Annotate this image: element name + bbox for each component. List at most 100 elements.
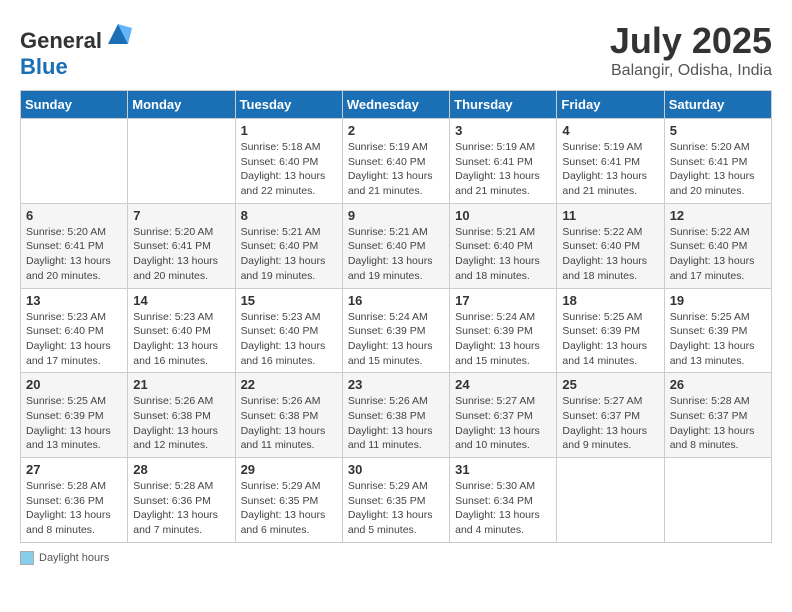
day-info: Sunrise: 5:24 AM Sunset: 6:39 PM Dayligh…: [455, 310, 551, 369]
logo-blue: Blue: [20, 54, 68, 79]
logo-icon: [104, 20, 132, 48]
day-number: 26: [670, 377, 766, 392]
day-number: 29: [241, 462, 337, 477]
calendar-week-1: 1 Sunrise: 5:18 AM Sunset: 6:40 PM Daylig…: [21, 119, 772, 204]
calendar-title: July 2025: [610, 20, 772, 62]
day-info: Sunrise: 5:21 AM Sunset: 6:40 PM Dayligh…: [241, 225, 337, 284]
logo: General Blue: [20, 20, 132, 80]
day-info: Sunrise: 5:25 AM Sunset: 6:39 PM Dayligh…: [26, 394, 122, 453]
calendar-cell: 20Sunrise: 5:25 AM Sunset: 6:39 PM Dayli…: [21, 373, 128, 458]
day-info: Sunrise: 5:21 AM Sunset: 6:40 PM Dayligh…: [455, 225, 551, 284]
day-number: 13: [26, 293, 122, 308]
calendar-cell: 22 Sunrise: 5:26 AM Sunset: 6:38 PM Dayli…: [235, 373, 342, 458]
day-info: Sunrise: 5:28 AM Sunset: 6:36 PM Dayligh…: [26, 479, 122, 538]
calendar-cell: 14 Sunrise: 5:23 AM Sunset: 6:40 PM Dayli…: [128, 288, 235, 373]
calendar-week-3: 13 Sunrise: 5:23 AM Sunset: 6:40 PM Dayli…: [21, 288, 772, 373]
page-header: General Blue July 2025 Balangir, Odisha,…: [20, 20, 772, 80]
calendar-cell: [21, 119, 128, 204]
calendar-cell: 15 Sunrise: 5:23 AM Sunset: 6:40 PM Dayli…: [235, 288, 342, 373]
day-number: 23: [348, 377, 444, 392]
day-info: Sunrise: 5:28 AM Sunset: 6:37 PM Dayligh…: [670, 394, 766, 453]
calendar-header-monday: Monday: [128, 91, 235, 119]
day-info: Sunrise: 5:19 AM Sunset: 6:40 PM Dayligh…: [348, 140, 444, 199]
day-info: Sunrise: 5:20 AM Sunset: 6:41 PM Dayligh…: [26, 225, 122, 284]
day-number: 19: [670, 293, 766, 308]
day-info: Sunrise: 5:22 AM Sunset: 6:40 PM Dayligh…: [562, 225, 658, 284]
day-number: 9: [348, 208, 444, 223]
calendar-cell: 23Sunrise: 5:26 AM Sunset: 6:38 PM Dayli…: [342, 373, 449, 458]
day-number: 1: [241, 123, 337, 138]
day-number: 22: [241, 377, 337, 392]
day-info: Sunrise: 5:19 AM Sunset: 6:41 PM Dayligh…: [455, 140, 551, 199]
calendar-header-thursday: Thursday: [450, 91, 557, 119]
calendar-header-sunday: Sunday: [21, 91, 128, 119]
calendar-week-4: 20Sunrise: 5:25 AM Sunset: 6:39 PM Dayli…: [21, 373, 772, 458]
calendar-cell: 17 Sunrise: 5:24 AM Sunset: 6:39 PM Dayli…: [450, 288, 557, 373]
day-info: Sunrise: 5:20 AM Sunset: 6:41 PM Dayligh…: [133, 225, 229, 284]
title-block: July 2025 Balangir, Odisha, India: [610, 20, 772, 80]
day-info: Sunrise: 5:26 AM Sunset: 6:38 PM Dayligh…: [241, 394, 337, 453]
day-info: Sunrise: 5:25 AM Sunset: 6:39 PM Dayligh…: [670, 310, 766, 369]
calendar-header-saturday: Saturday: [664, 91, 771, 119]
day-number: 8: [241, 208, 337, 223]
calendar-cell: 28 Sunrise: 5:28 AM Sunset: 6:36 PM Dayli…: [128, 458, 235, 543]
calendar-week-5: 27 Sunrise: 5:28 AM Sunset: 6:36 PM Dayli…: [21, 458, 772, 543]
daylight-color-box: [20, 551, 34, 565]
calendar-cell: 25Sunrise: 5:27 AM Sunset: 6:37 PM Dayli…: [557, 373, 664, 458]
day-number: 30: [348, 462, 444, 477]
calendar-cell: 13 Sunrise: 5:23 AM Sunset: 6:40 PM Dayli…: [21, 288, 128, 373]
day-number: 17: [455, 293, 551, 308]
day-info: Sunrise: 5:21 AM Sunset: 6:40 PM Dayligh…: [348, 225, 444, 284]
calendar-header-tuesday: Tuesday: [235, 91, 342, 119]
day-number: 25: [562, 377, 658, 392]
calendar-header-wednesday: Wednesday: [342, 91, 449, 119]
calendar-cell: 2Sunrise: 5:19 AM Sunset: 6:40 PM Daylig…: [342, 119, 449, 204]
day-number: 14: [133, 293, 229, 308]
calendar-header-row: SundayMondayTuesdayWednesdayThursdayFrid…: [21, 91, 772, 119]
calendar-cell: [128, 119, 235, 204]
day-number: 15: [241, 293, 337, 308]
day-number: 6: [26, 208, 122, 223]
day-info: Sunrise: 5:29 AM Sunset: 6:35 PM Dayligh…: [348, 479, 444, 538]
day-number: 4: [562, 123, 658, 138]
day-number: 18: [562, 293, 658, 308]
calendar-cell: 6 Sunrise: 5:20 AM Sunset: 6:41 PM Daylig…: [21, 203, 128, 288]
calendar-table: SundayMondayTuesdayWednesdayThursdayFrid…: [20, 90, 772, 543]
calendar-cell: 18 Sunrise: 5:25 AM Sunset: 6:39 PM Dayli…: [557, 288, 664, 373]
calendar-cell: 3Sunrise: 5:19 AM Sunset: 6:41 PM Daylig…: [450, 119, 557, 204]
calendar-cell: 8 Sunrise: 5:21 AM Sunset: 6:40 PM Daylig…: [235, 203, 342, 288]
day-info: Sunrise: 5:28 AM Sunset: 6:36 PM Dayligh…: [133, 479, 229, 538]
calendar-cell: [557, 458, 664, 543]
calendar-week-2: 6 Sunrise: 5:20 AM Sunset: 6:41 PM Daylig…: [21, 203, 772, 288]
day-info: Sunrise: 5:24 AM Sunset: 6:39 PM Dayligh…: [348, 310, 444, 369]
calendar-cell: 29Sunrise: 5:29 AM Sunset: 6:35 PM Dayli…: [235, 458, 342, 543]
calendar-cell: 26 Sunrise: 5:28 AM Sunset: 6:37 PM Dayli…: [664, 373, 771, 458]
day-number: 28: [133, 462, 229, 477]
calendar-cell: 16Sunrise: 5:24 AM Sunset: 6:39 PM Dayli…: [342, 288, 449, 373]
day-info: Sunrise: 5:19 AM Sunset: 6:41 PM Dayligh…: [562, 140, 658, 199]
calendar-cell: 24 Sunrise: 5:27 AM Sunset: 6:37 PM Dayli…: [450, 373, 557, 458]
day-number: 24: [455, 377, 551, 392]
day-number: 7: [133, 208, 229, 223]
calendar-cell: 19 Sunrise: 5:25 AM Sunset: 6:39 PM Dayli…: [664, 288, 771, 373]
footer-bar: Daylight hours: [20, 551, 772, 565]
day-info: Sunrise: 5:30 AM Sunset: 6:34 PM Dayligh…: [455, 479, 551, 538]
logo-general: General: [20, 28, 102, 53]
day-number: 21: [133, 377, 229, 392]
day-info: Sunrise: 5:20 AM Sunset: 6:41 PM Dayligh…: [670, 140, 766, 199]
day-info: Sunrise: 5:18 AM Sunset: 6:40 PM Dayligh…: [241, 140, 337, 199]
day-info: Sunrise: 5:27 AM Sunset: 6:37 PM Dayligh…: [455, 394, 551, 453]
day-number: 27: [26, 462, 122, 477]
calendar-cell: 31 Sunrise: 5:30 AM Sunset: 6:34 PM Dayli…: [450, 458, 557, 543]
calendar-cell: 12Sunrise: 5:22 AM Sunset: 6:40 PM Dayli…: [664, 203, 771, 288]
day-info: Sunrise: 5:23 AM Sunset: 6:40 PM Dayligh…: [26, 310, 122, 369]
daylight-label: Daylight hours: [39, 552, 109, 564]
day-number: 31: [455, 462, 551, 477]
day-info: Sunrise: 5:25 AM Sunset: 6:39 PM Dayligh…: [562, 310, 658, 369]
day-info: Sunrise: 5:22 AM Sunset: 6:40 PM Dayligh…: [670, 225, 766, 284]
day-info: Sunrise: 5:23 AM Sunset: 6:40 PM Dayligh…: [241, 310, 337, 369]
day-info: Sunrise: 5:23 AM Sunset: 6:40 PM Dayligh…: [133, 310, 229, 369]
calendar-cell: 9 Sunrise: 5:21 AM Sunset: 6:40 PM Daylig…: [342, 203, 449, 288]
day-number: 10: [455, 208, 551, 223]
calendar-cell: 4 Sunrise: 5:19 AM Sunset: 6:41 PM Daylig…: [557, 119, 664, 204]
